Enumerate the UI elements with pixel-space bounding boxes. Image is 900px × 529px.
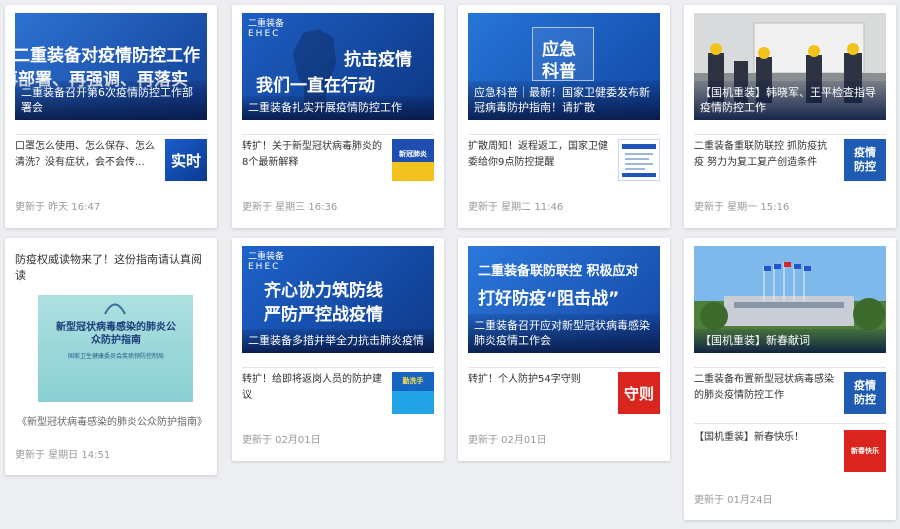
cover-caption: 二重装备扎实开展疫情防控工作: [242, 96, 434, 120]
thumbnail-image: 新冠肺炎: [392, 139, 434, 181]
cover-headline: 打好防疫“阻击战”: [478, 289, 620, 309]
article-card[interactable]: 二重装备对疫情防控工作 再部署、再强调、再落实 二重装备召开第6次疫情防控工作部…: [5, 5, 217, 228]
list-item[interactable]: 二重装备重联防联控 抓防疫抗疫 努力为复工复产创造条件 疫情防控: [694, 139, 886, 187]
cover-headline: 齐心协力筑防线: [264, 281, 383, 301]
item-title: 扩散周知！返程返工，国家卫健委给你9点防控提醒: [468, 141, 608, 168]
divider: [15, 134, 207, 135]
article-card[interactable]: 二重装备联防联控 积极应对 打好防疫“阻击战” 二重装备召开应对新型冠状病毒感染…: [458, 238, 670, 461]
cover-caption: 二重装备召开第6次疫情防控工作部署会: [15, 81, 207, 120]
cover-headline: 科普: [542, 62, 576, 82]
article-card[interactable]: 应急 科普 应急科普｜最新！国家卫健委发布新冠病毒防护指南！请扩散 扩散周知！返…: [458, 5, 670, 228]
card-cover[interactable]: 二重装备 EHEC 齐心协力筑防线 严防严控战疫情 二重装备多措并举全力抗击肺炎…: [242, 246, 434, 353]
updated-time: 更新于 02月01日: [468, 435, 547, 446]
list-item[interactable]: 转扩！关于新型冠状病毒肺炎的8个最新解释 新冠肺炎: [242, 139, 434, 187]
item-title: 【国机重装】新春快乐！: [694, 432, 804, 443]
emblem-icon: [104, 303, 126, 315]
list-item[interactable]: 转扩！个人防护54字守则 守则: [468, 372, 660, 420]
thumbnail-image: 实时: [165, 139, 207, 181]
item-title: 转扩！给即将返岗人员的防护建议: [242, 374, 382, 401]
thumbnail-image: 疫情防控: [844, 372, 886, 414]
thumbnail-image: 疫情防控: [844, 139, 886, 181]
updated-time: 更新于 星期二 11:46: [468, 202, 564, 213]
cover-headline: 抗击疫情: [344, 50, 412, 70]
thumbnail-text: 实时: [170, 151, 201, 170]
thumbnail-image: [618, 139, 660, 181]
item-title: 转扩！关于新型冠状病毒肺炎的8个最新解释: [242, 141, 382, 168]
article-card[interactable]: 防疫权威读物来了！这份指南请认真阅读 新型冠状病毒感染的肺炎公众防护指南 国家卫…: [5, 238, 217, 475]
article-card[interactable]: 二重装备 EHEC 抗击疫情 我们一直在行动 二重装备扎实开展疫情防控工作 转扩…: [232, 5, 444, 228]
card-cover[interactable]: 二重装备联防联控 积极应对 打好防疫“阻击战” 二重装备召开应对新型冠状病毒感染…: [468, 246, 660, 353]
updated-time: 更新于 昨天 16:47: [15, 202, 101, 213]
thumbnail-image: 新春快乐: [844, 430, 886, 472]
article-title: 防疫权威读物来了！这份指南请认真阅读: [15, 253, 202, 282]
article-card[interactable]: 【国机重装】新春献词 二重装备布置新型冠状病毒感染的肺炎疫情防控工作 疫情防控 …: [684, 238, 896, 520]
list-item[interactable]: 扩散周知！返程返工，国家卫健委给你9点防控提醒: [468, 139, 660, 187]
divider: [242, 134, 434, 135]
logo-name: 二重装备: [248, 252, 285, 262]
cover-headline: 二重装备联防联控 积极应对: [478, 264, 639, 279]
article-card[interactable]: 二重装备 EHEC 齐心协力筑防线 严防严控战疫情 二重装备多措并举全力抗击肺炎…: [232, 238, 444, 461]
article-card[interactable]: 【国机重装】韩晓军、王平检查指导疫情防控工作 二重装备重联防联控 抓防疫抗疫 努…: [684, 5, 896, 228]
ehec-logo: 二重装备 EHEC: [248, 252, 284, 272]
thumbnail-text: 守则: [623, 384, 654, 403]
logo-sub: EHEC: [248, 262, 281, 272]
divider: [694, 134, 886, 135]
cover-headline: 我们一直在行动: [256, 76, 375, 96]
divider: [694, 367, 886, 368]
card-cover[interactable]: 二重装备 EHEC 抗击疫情 我们一直在行动 二重装备扎实开展疫情防控工作: [242, 13, 434, 120]
divider: [468, 367, 660, 368]
cover-caption: 二重装备召开应对新型冠状病毒感染肺炎疫情工作会: [468, 314, 660, 353]
item-title: 二重装备布置新型冠状病毒感染的肺炎疫情防控工作: [694, 374, 834, 401]
list-item[interactable]: 口罩怎么使用、怎么保存、怎么清洗？没有症状，会不会传... 实时: [15, 139, 207, 187]
thumbnail-image: 勤洗手: [392, 372, 434, 414]
item-title: 二重装备重联防联控 抓防疫抗疫 努力为复工复产创造条件: [694, 141, 828, 168]
divider: [242, 367, 434, 368]
book-publisher: 国家卫生健康委员会疾病预防控制局: [67, 353, 164, 360]
document-icon: [622, 144, 656, 177]
card-cover[interactable]: 【国机重装】新春献词: [694, 246, 886, 353]
thumbnail-text: 疫情防控: [854, 379, 876, 406]
list-item[interactable]: 【国机重装】新春快乐！ 新春快乐: [694, 430, 886, 474]
updated-time: 更新于 02月01日: [242, 435, 321, 446]
book-title: 新型冠状病毒感染的肺炎公众防护指南: [56, 322, 176, 346]
updated-time: 更新于 星期三 16:36: [242, 202, 338, 213]
list-item[interactable]: 转扩！给即将返岗人员的防护建议 勤洗手: [242, 372, 434, 420]
divider: [468, 134, 660, 135]
item-title: 口罩怎么使用、怎么保存、怎么清洗？没有症状，会不会传...: [15, 141, 155, 168]
thumbnail-image: 守则: [618, 372, 660, 414]
card-cover[interactable]: 二重装备对疫情防控工作 再部署、再强调、再落实 二重装备召开第6次疫情防控工作部…: [15, 13, 207, 120]
cover-headline: 二重装备对疫情防控工作: [15, 46, 200, 66]
image-caption: 《新型冠状病毒感染的肺炎公众防护指南》: [17, 417, 207, 428]
card-cover[interactable]: 应急 科普 应急科普｜最新！国家卫健委发布新冠病毒防护指南！请扩散: [468, 13, 660, 120]
cover-headline: 严防严控战疫情: [264, 305, 383, 325]
cover-caption: 二重装备多措并举全力抗击肺炎疫情: [242, 329, 434, 353]
thumbnail-text: 勤洗手: [402, 377, 424, 385]
updated-time: 更新于 星期日 14:51: [15, 450, 111, 461]
item-title: 转扩！个人防护54字守则: [468, 374, 581, 385]
cover-caption: 【国机重装】新春献词: [694, 329, 886, 353]
updated-time: 更新于 01月24日: [694, 495, 773, 506]
cover-caption: 应急科普｜最新！国家卫健委发布新冠病毒防护指南！请扩散: [468, 81, 660, 120]
card-cover[interactable]: 【国机重装】韩晓军、王平检查指导疫情防控工作: [694, 13, 886, 120]
book-cover-image: 新型冠状病毒感染的肺炎公众防护指南 国家卫生健康委员会疾病预防控制局: [38, 295, 193, 402]
divider: [694, 423, 886, 424]
thumbnail-text: 疫情防控: [854, 146, 876, 173]
thumbnail-text: 新冠肺炎: [399, 150, 427, 158]
cover-caption: 【国机重装】韩晓军、王平检查指导疫情防控工作: [694, 81, 886, 120]
thumbnail-text: 新春快乐: [851, 447, 879, 455]
updated-time: 更新于 星期一 15:16: [694, 202, 790, 213]
list-item[interactable]: 二重装备布置新型冠状病毒感染的肺炎疫情防控工作 疫情防控: [694, 372, 886, 420]
